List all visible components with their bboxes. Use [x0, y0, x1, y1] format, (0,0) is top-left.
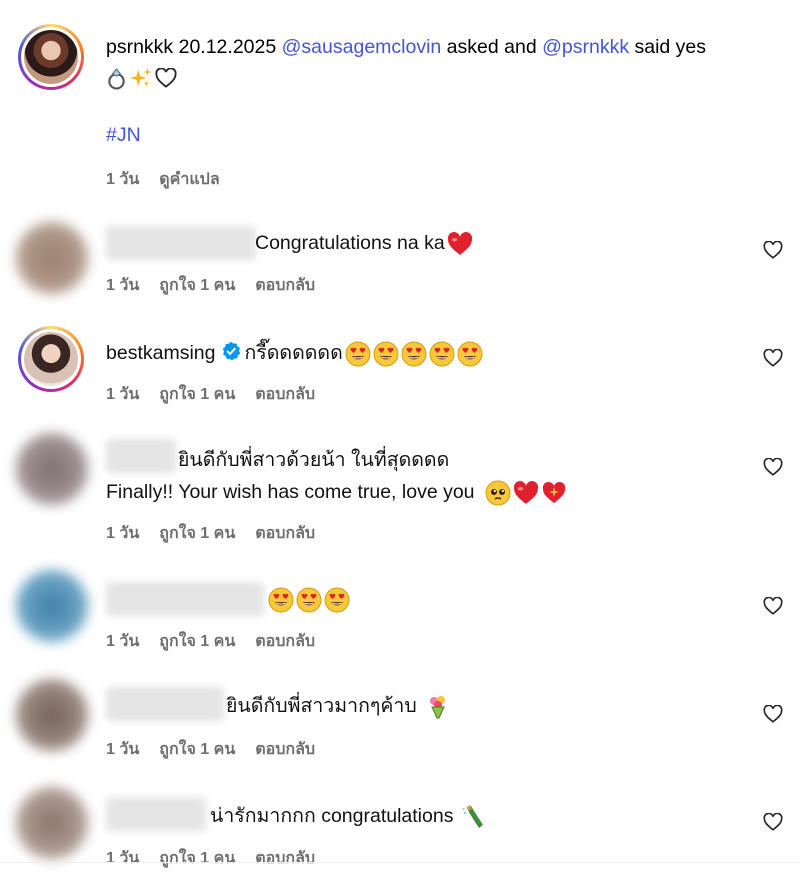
caption-meta: 1 วัน ดูคำแปล: [106, 167, 220, 192]
comment-likes[interactable]: ถูกใจ 1 คน: [159, 273, 235, 298]
heart-eyes-emoji: [401, 341, 427, 367]
comment-meta: 1 วัน ถูกใจ 1 คน ตอบกลับ: [106, 273, 315, 298]
heart-outline-icon[interactable]: [763, 813, 783, 831]
comment-body: น่ารักมากกก congratulations: [210, 805, 454, 827]
comment-time[interactable]: 1 วัน: [106, 382, 139, 407]
caption-text-mid: asked and: [441, 36, 543, 58]
caption-time[interactable]: 1 วัน: [106, 167, 139, 192]
comment-text: ยินดีกับพี่สาวมากๆค้าบ: [226, 693, 451, 720]
comment-text-line1: ยินดีกับพี่สาวด้วยน้า ในที่สุดดดด: [178, 449, 450, 471]
reply-button[interactable]: ตอบกลับ: [255, 521, 315, 546]
comment-meta: 1 วัน ถูกใจ 1 คน ตอบกลับ: [106, 737, 315, 762]
avatar-photo: [24, 332, 78, 386]
avatar-inner: [21, 27, 81, 87]
reply-button[interactable]: ตอบกลับ: [255, 273, 315, 298]
red-heart-emoji: [513, 480, 539, 506]
white-heart-icon: [155, 68, 177, 88]
blurred-avatar: [16, 570, 88, 642]
comment-body: ยินดีกับพี่สาวมากๆค้าบ: [226, 695, 417, 717]
caption-date: 20.12.2025: [178, 36, 277, 58]
comment-likes[interactable]: ถูกใจ 1 คน: [159, 629, 235, 654]
caption-text-end: said yes: [629, 36, 707, 58]
verified-badge-icon: [221, 341, 241, 361]
divider: [0, 862, 800, 863]
caption-emoji-row: [106, 64, 177, 92]
post-caption: psrnkkk 20.12.2025 @sausagemclovin asked…: [0, 0, 800, 205]
heart-eyes-emoji: [373, 341, 399, 367]
caption-text: psrnkkk 20.12.2025 @sausagemclovin asked…: [106, 35, 790, 60]
comment-text: bestkamsing กรี๊ดดดดดด: [106, 340, 483, 367]
comment-likes[interactable]: ถูกใจ 1 คน: [159, 846, 235, 871]
heart-eyes-emoji: [345, 341, 371, 367]
heart-outline-icon[interactable]: [763, 349, 783, 367]
mention-link-psrnkkk[interactable]: @psrnkkk: [542, 36, 629, 58]
ring-icon: [106, 67, 127, 90]
blurred-avatar: [16, 222, 88, 294]
heart-eyes-emoji: [429, 341, 455, 367]
reply-button[interactable]: ตอบกลับ: [255, 629, 315, 654]
avatar-photo: [24, 30, 78, 84]
caption-username[interactable]: psrnkkk: [106, 36, 173, 58]
comment-time[interactable]: 1 วัน: [106, 521, 139, 546]
comment-item: Congratulations na ka 1 วัน ถูกใจ 1 คน ต…: [0, 220, 800, 320]
pleading-face-emoji: [485, 480, 511, 506]
commenter-username[interactable]: bestkamsing: [106, 342, 215, 364]
comment-item: ยินดีกับพี่สาวด้วยน้า ในที่สุดดดด Finall…: [0, 425, 800, 555]
blurred-username: [106, 687, 224, 721]
comment-time[interactable]: 1 วัน: [106, 737, 139, 762]
comment-meta: 1 วัน ถูกใจ 1 คน ตอบกลับ: [106, 846, 315, 871]
reply-button[interactable]: ตอบกลับ: [255, 846, 315, 871]
comment-text-line2: Finally!! Your wish has come true, love …: [106, 479, 567, 506]
reply-button[interactable]: ตอบกลับ: [255, 382, 315, 407]
heart-eyes-emoji: [324, 587, 350, 613]
commenter-avatar[interactable]: [18, 326, 84, 392]
sparkles-icon: [130, 67, 152, 89]
comment-item: ยินดีกับพี่สาวมากๆค้าบ 1 วัน ถูกใจ 1 คน …: [0, 677, 800, 777]
mention-link-sausagemclovin[interactable]: @sausagemclovin: [282, 36, 442, 58]
comment-body: Congratulations na ka: [255, 232, 445, 254]
blurred-avatar: [16, 433, 88, 505]
blurred-avatar: [16, 787, 88, 859]
heart-outline-icon[interactable]: [763, 705, 783, 723]
comment-time[interactable]: 1 วัน: [106, 273, 139, 298]
see-translation-button[interactable]: ดูคำแปล: [159, 167, 219, 192]
comment-likes[interactable]: ถูกใจ 1 คน: [159, 737, 235, 762]
avatar-inner: [21, 329, 81, 389]
comment-meta: 1 วัน ถูกใจ 1 คน ตอบกลับ: [106, 629, 315, 654]
comment-time[interactable]: 1 วัน: [106, 629, 139, 654]
comment-likes[interactable]: ถูกใจ 1 คน: [159, 521, 235, 546]
comment-time[interactable]: 1 วัน: [106, 846, 139, 871]
blurred-username: [106, 439, 176, 473]
hashtag-link[interactable]: #JN: [106, 124, 141, 147]
comment-meta: 1 วัน ถูกใจ 1 คน ตอบกลับ: [106, 521, 315, 546]
heart-eyes-emoji: [268, 587, 294, 613]
reply-button[interactable]: ตอบกลับ: [255, 737, 315, 762]
blurred-username: [106, 226, 256, 260]
blurred-avatar: [16, 679, 88, 751]
heart-outline-icon[interactable]: [763, 597, 783, 615]
heart-eyes-emoji: [457, 341, 483, 367]
heart-outline-icon[interactable]: [763, 241, 783, 259]
blurred-username: [106, 797, 206, 831]
sparkling-heart-emoji: [541, 480, 567, 506]
comment-item: bestkamsing กรี๊ดดดดดด 1 วัน ถูกใจ 1 คน ต…: [0, 320, 800, 420]
comment-text: [266, 586, 350, 613]
blurred-username: [106, 582, 264, 616]
caption-author-avatar[interactable]: [18, 24, 84, 90]
bouquet-emoji: [425, 694, 451, 720]
heart-eyes-emoji: [296, 587, 322, 613]
comment-item: 1 วัน ถูกใจ 1 คน ตอบกลับ: [0, 570, 800, 670]
comment-text: Congratulations na ka: [255, 230, 473, 257]
comment-body: กรี๊ดดดดดด: [244, 342, 343, 364]
heart-outline-icon[interactable]: [763, 458, 783, 476]
comment-body: Finally!! Your wish has come true, love …: [106, 481, 475, 503]
comment-meta: 1 วัน ถูกใจ 1 คน ตอบกลับ: [106, 382, 315, 407]
red-heart-emoji: [447, 231, 473, 257]
champagne-emoji: [461, 804, 487, 830]
comment-likes[interactable]: ถูกใจ 1 คน: [159, 382, 235, 407]
comment-text: น่ารักมากกก congratulations: [210, 803, 487, 830]
